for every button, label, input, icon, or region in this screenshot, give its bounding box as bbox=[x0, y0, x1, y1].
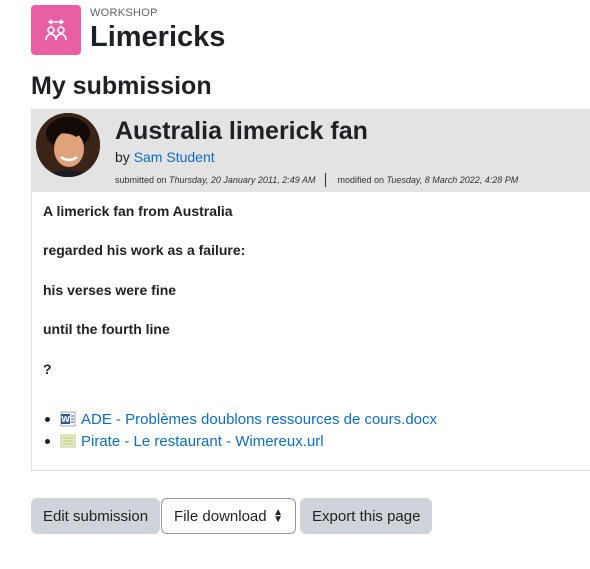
avatar[interactable] bbox=[36, 113, 100, 177]
limerick-line: until the fourth line bbox=[43, 321, 170, 337]
svg-text:W: W bbox=[61, 415, 70, 424]
byline: by Sam Student bbox=[115, 148, 215, 166]
submission-title: Australia limerick fan bbox=[115, 117, 368, 145]
list-bullet bbox=[45, 438, 50, 444]
attachments-list: W ADE - Problèmes doublons ressources de… bbox=[43, 408, 437, 452]
select-arrows-icon: ▲ ▼ bbox=[273, 507, 284, 525]
submission-dates: submitted on Thursday, 20 January 2011, … bbox=[115, 173, 518, 187]
limerick-line: regarded his work as a failure: bbox=[43, 242, 246, 258]
submission-card: Australia limerick fan by Sam Student su… bbox=[31, 109, 590, 471]
activity-header: WORKSHOP Limericks bbox=[31, 5, 225, 55]
attachment-link[interactable]: ADE - Problèmes doublons ressources de c… bbox=[81, 411, 437, 428]
submitted-date: Thursday, 20 January 2011, 2:49 AM bbox=[169, 175, 316, 185]
dates-divider bbox=[325, 173, 327, 187]
modified-label: modified on bbox=[337, 175, 384, 185]
modified-date: Tuesday, 8 March 2022, 4:28 PM bbox=[386, 175, 519, 185]
actions-bar: Edit submission File download ▲ ▼ Export … bbox=[31, 498, 433, 534]
activity-kind-label: WORKSHOP bbox=[90, 7, 158, 19]
url-file-icon bbox=[60, 433, 76, 449]
limerick-line: A limerick fan from Australia bbox=[43, 203, 233, 219]
list-item: Pirate - Le restaurant - Wimereux.url bbox=[43, 430, 437, 452]
list-item: W ADE - Problèmes doublons ressources de… bbox=[43, 408, 437, 430]
file-download-select[interactable]: File download ▲ ▼ bbox=[161, 498, 297, 534]
edit-submission-button[interactable]: Edit submission bbox=[31, 498, 161, 534]
workshop-people-icon bbox=[31, 5, 81, 55]
limerick-line: ? bbox=[43, 361, 52, 377]
page-title: Limericks bbox=[90, 21, 226, 53]
word-document-icon: W bbox=[60, 411, 76, 427]
limerick-line: his verses were fine bbox=[43, 282, 177, 298]
submitted-label: submitted on bbox=[115, 175, 167, 185]
by-prefix: by bbox=[115, 149, 130, 165]
select-value: File download bbox=[174, 507, 267, 525]
section-heading: My submission bbox=[31, 72, 212, 100]
submission-header: Australia limerick fan by Sam Student su… bbox=[32, 110, 590, 192]
attachment-link[interactable]: Pirate - Le restaurant - Wimereux.url bbox=[81, 433, 324, 450]
list-bullet bbox=[45, 416, 50, 422]
export-page-button[interactable]: Export this page bbox=[300, 498, 433, 534]
author-link[interactable]: Sam Student bbox=[134, 149, 215, 165]
